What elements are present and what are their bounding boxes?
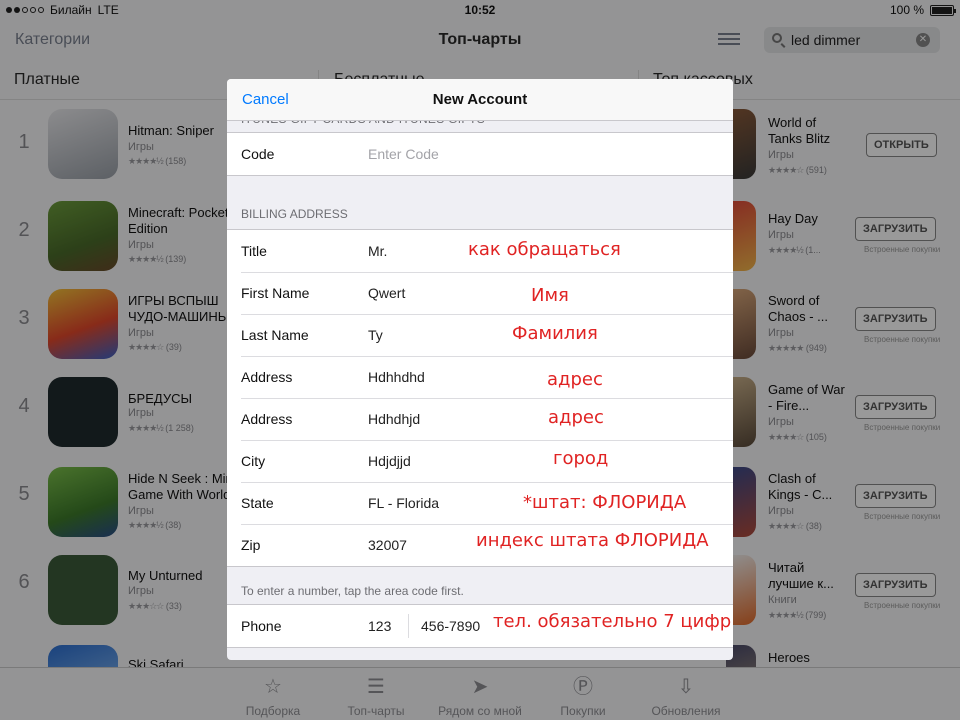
title-field[interactable]: Mr. (368, 243, 387, 259)
phone-area-code-field[interactable]: 123 (368, 618, 391, 634)
address-2-row[interactable]: Address Hdhdhjd (227, 398, 733, 440)
phone-hint: To enter a number, tap the area code fir… (241, 584, 464, 598)
annotation-address: адрес (547, 369, 603, 390)
annotation-city: город (553, 448, 609, 469)
billing-group: Title Mr. First Name Qwert Last Name Ty … (227, 229, 733, 567)
last-name-field[interactable]: Ty (368, 327, 383, 343)
field-label: Address (241, 411, 293, 427)
city-field[interactable]: Hdjdjjd (368, 453, 411, 469)
code-input[interactable]: Enter Code (368, 146, 439, 162)
field-label: First Name (241, 285, 310, 301)
annotation-zip: индекс штата ФЛОРИДА (476, 530, 709, 551)
address-row[interactable]: Address Hdhhdhd (227, 356, 733, 398)
dialog-title: New Account (432, 91, 528, 108)
phone-label: Phone (241, 618, 282, 634)
address-field[interactable]: Hdhhdhd (368, 369, 425, 385)
field-label: Title (241, 243, 267, 259)
phone-divider (408, 614, 409, 638)
annotation-last-name: Фамилия (512, 323, 598, 344)
annotation-title: как обращаться (468, 239, 621, 260)
code-row[interactable]: Code Enter Code (227, 133, 733, 175)
field-label: Last Name (241, 327, 309, 343)
annotation-first-name: Имя (531, 285, 569, 306)
state-picker[interactable]: FL - Florida (368, 495, 439, 511)
dialog-header: Cancel New Account (227, 79, 733, 121)
address-2-field[interactable]: Hdhdhjd (368, 411, 420, 427)
first-name-field[interactable]: Qwert (368, 285, 405, 301)
field-label: City (241, 453, 266, 469)
first-name-row[interactable]: First Name Qwert (227, 272, 733, 314)
annotation-address-2: адрес (548, 407, 604, 428)
field-label: State (241, 495, 274, 511)
code-label: Code (241, 146, 275, 162)
annotation-phone: тел. обязательно 7 цифр (493, 611, 732, 632)
billing-section-header: BILLING ADDRESS (241, 207, 348, 221)
code-group: Code Enter Code (227, 132, 733, 176)
field-label: Address (241, 369, 293, 385)
field-label: Zip (241, 537, 261, 553)
city-row[interactable]: City Hdjdjjd (227, 440, 733, 482)
last-name-row[interactable]: Last Name Ty (227, 314, 733, 356)
phone-number-field[interactable]: 456-7890 (421, 618, 480, 634)
zip-field[interactable]: 32007 (368, 537, 407, 553)
annotation-state: *штат: ФЛОРИДА (523, 492, 687, 513)
new-account-dialog: Cancel New Account ITUNES GIFT CARDS AND… (227, 79, 733, 660)
